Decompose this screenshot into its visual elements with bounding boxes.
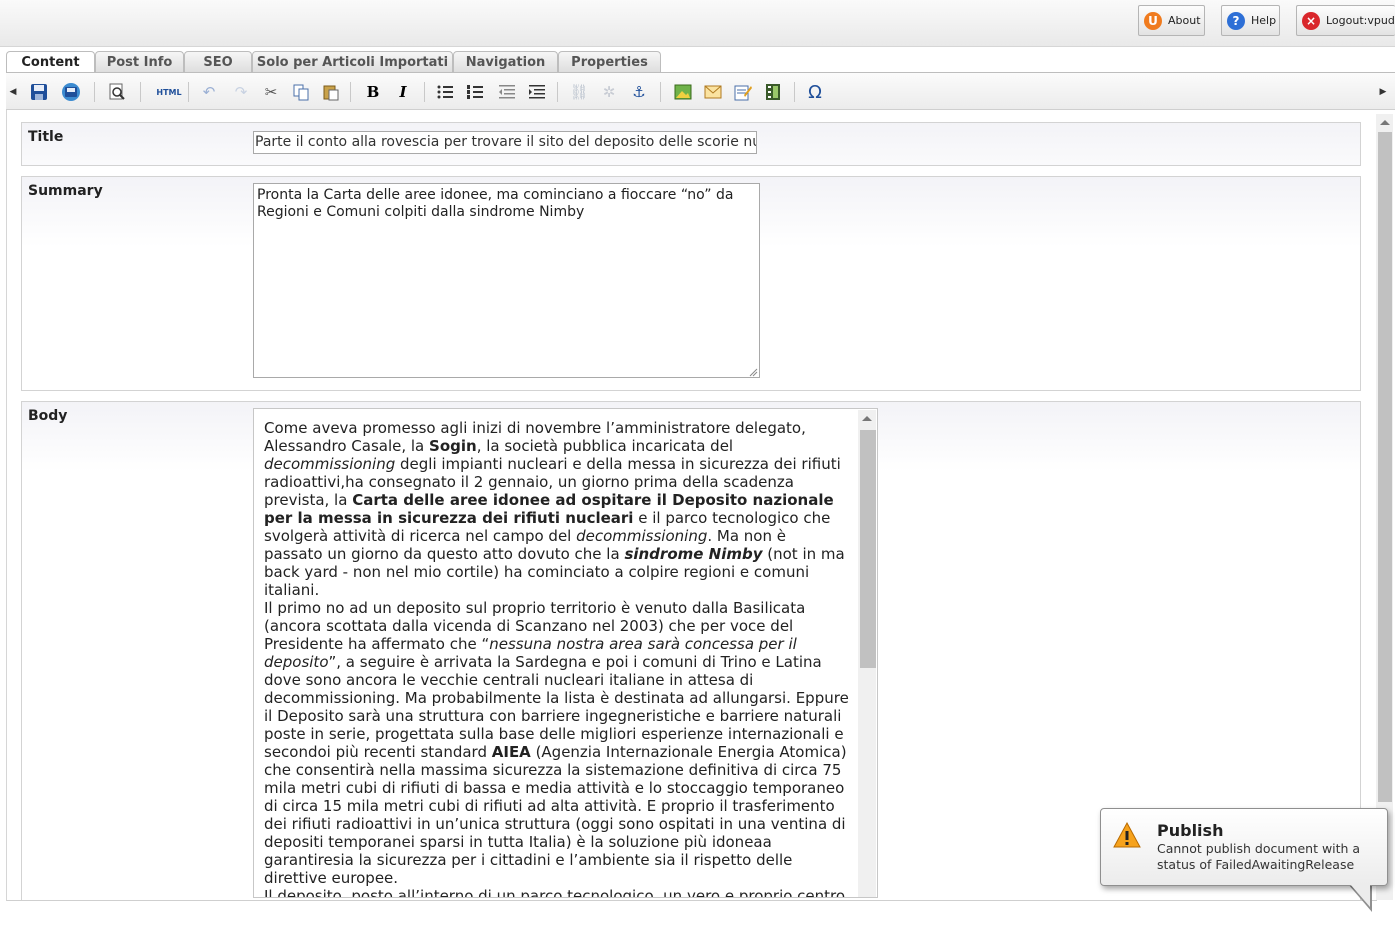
editor-content-area: Title Parte il conto alla rovescia per t…	[6, 110, 1377, 901]
link-icon[interactable]: ⛓	[568, 81, 590, 103]
outdent-icon[interactable]	[496, 81, 518, 103]
toolbar-separator	[794, 82, 795, 102]
unlink-icon[interactable]: ✲	[598, 81, 620, 103]
top-bar: U About ? Help × Logout:vpudd	[0, 0, 1395, 47]
scroll-right-icon[interactable]: ▶	[1376, 81, 1390, 103]
body-scrollbar[interactable]	[858, 410, 876, 897]
save-publish-icon[interactable]	[60, 81, 82, 103]
title-panel: Title Parte il conto alla rovescia per t…	[21, 122, 1361, 166]
html-source-icon[interactable]: HTML	[154, 81, 184, 103]
notification-tail-inner	[1350, 884, 1370, 907]
editor-toolbar: ◀ HTML ↶ ↷ ✂ B I ⛓ ✲ ⚓ Ω ▶	[6, 72, 1395, 110]
toolbar-separator	[557, 82, 558, 102]
paste-icon[interactable]	[320, 81, 342, 103]
summary-label: Summary	[28, 183, 103, 199]
summary-textarea[interactable]: Pronta la Carta delle aree idonee, ma co…	[253, 183, 760, 378]
anchor-icon[interactable]: ⚓	[628, 81, 650, 103]
tab-seo[interactable]: SEO	[184, 51, 252, 72]
redo-icon[interactable]: ↷	[230, 81, 252, 103]
resize-handle-icon[interactable]	[748, 367, 758, 377]
save-icon[interactable]	[28, 81, 50, 103]
body-paragraph: Il primo no ad un deposito sul proprio t…	[264, 599, 849, 887]
scroll-left-icon[interactable]: ◀	[6, 81, 20, 103]
about-button[interactable]: U About	[1138, 5, 1205, 36]
summary-panel: Summary Pronta la Carta delle aree idone…	[21, 176, 1361, 391]
body-paragraph: Come aveva promesso agli inizi di novemb…	[264, 419, 849, 599]
body-bold-italic-text: sindrome Nimby	[624, 545, 763, 563]
tab-navigation[interactable]: Navigation	[453, 51, 558, 72]
toolbar-separator	[188, 82, 189, 102]
toolbar-separator	[140, 82, 141, 102]
help-icon: ?	[1227, 11, 1245, 30]
publish-notification[interactable]: Publish Cannot publish document with a s…	[1100, 808, 1388, 886]
scroll-up-arrow-icon[interactable]	[862, 416, 872, 421]
body-italic-text: decommissioning	[576, 527, 708, 545]
undo-icon[interactable]: ↶	[198, 81, 220, 103]
insert-form-icon[interactable]	[732, 81, 754, 103]
about-label: About	[1168, 14, 1201, 27]
body-text-run: , la società pubblica incaricata del	[476, 437, 734, 455]
body-text-run: (Agenzia Internazionale Energia Atomica)…	[264, 743, 847, 887]
tab-content[interactable]: Content	[6, 51, 95, 73]
insert-macro-icon[interactable]	[702, 81, 724, 103]
body-paragraph: Il deposito, posto all’interno di un par…	[264, 887, 846, 898]
body-bold-text: AIEA	[491, 743, 531, 761]
umbraco-logo-icon: U	[1144, 11, 1162, 30]
body-content[interactable]: Come aveva promesso agli inizi di novemb…	[264, 419, 849, 898]
title-input[interactable]: Parte il conto alla rovescia per trovare…	[253, 131, 757, 154]
help-label: Help	[1251, 14, 1277, 27]
toolbar-separator	[350, 82, 351, 102]
page-scrollbar-thumb[interactable]	[1378, 132, 1392, 802]
body-label: Body	[28, 408, 68, 424]
toolbar-separator	[424, 82, 425, 102]
body-bold-text: Sogin	[429, 437, 477, 455]
insert-media-icon[interactable]	[762, 81, 784, 103]
title-label: Title	[28, 129, 64, 145]
bold-icon[interactable]: B	[362, 81, 384, 103]
indent-icon[interactable]	[526, 81, 548, 103]
cut-icon[interactable]: ✂	[260, 81, 282, 103]
insert-image-icon[interactable]	[672, 81, 694, 103]
close-icon: ×	[1302, 11, 1320, 30]
preview-icon[interactable]	[106, 81, 128, 103]
tab-solo-articoli-importati[interactable]: Solo per Articoli Importati	[252, 51, 453, 72]
tab-properties[interactable]: Properties	[558, 51, 661, 72]
body-italic-text: decommissioning	[264, 455, 396, 473]
bullet-list-icon[interactable]	[434, 81, 456, 103]
logout-button[interactable]: × Logout:vpudd	[1296, 5, 1395, 36]
page-scroll-up-icon[interactable]	[1380, 120, 1390, 125]
italic-icon[interactable]: I	[392, 81, 414, 103]
toolbar-separator	[660, 82, 661, 102]
body-rich-text-editor[interactable]: Come aveva promesso agli inizi di novemb…	[253, 408, 878, 898]
page-scrollbar[interactable]	[1376, 114, 1393, 900]
notification-message: Cannot publish document with a status of…	[1157, 841, 1361, 872]
special-character-icon[interactable]: Ω	[804, 81, 826, 103]
toolbar-separator	[94, 82, 95, 102]
body-scrollbar-thumb[interactable]	[860, 430, 876, 668]
help-button[interactable]: ? Help	[1221, 5, 1280, 36]
warning-icon	[1113, 821, 1141, 848]
tab-post-info[interactable]: Post Info	[95, 51, 184, 72]
numbered-list-icon[interactable]	[464, 81, 486, 103]
logout-label: Logout:vpudd	[1326, 14, 1395, 27]
notification-title: Publish	[1157, 821, 1224, 840]
copy-icon[interactable]	[290, 81, 312, 103]
